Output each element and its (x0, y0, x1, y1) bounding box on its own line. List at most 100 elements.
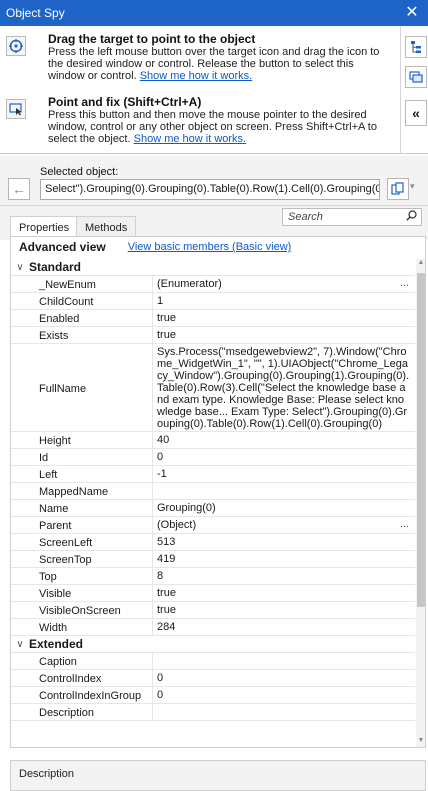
table-row[interactable]: Left -1 (11, 466, 415, 483)
table-row[interactable]: Description (11, 704, 415, 721)
ellipsis-icon[interactable]: ... (400, 518, 409, 530)
property-value[interactable]: Grouping(0) (153, 500, 415, 516)
table-row[interactable]: Id 0 (11, 449, 415, 466)
category-extended[interactable]: ∨ Extended (11, 636, 415, 653)
table-row[interactable]: VisibleOnScreen true (11, 602, 415, 619)
scroll-thumb[interactable] (417, 273, 425, 607)
chevron-down-icon[interactable]: ∨ (11, 262, 29, 273)
property-name: Height (11, 432, 153, 448)
property-name: Top (11, 568, 153, 584)
property-name: Visible (11, 585, 153, 601)
chevron-down-icon[interactable]: ∨ (11, 639, 29, 650)
category-label: Standard (29, 260, 82, 274)
scroll-up-icon[interactable]: ▲ (416, 259, 425, 269)
property-name: MappedName (11, 483, 153, 499)
category-label: Extended (29, 637, 84, 651)
table-row[interactable]: Exists true (11, 327, 415, 344)
property-value[interactable]: -1 (153, 466, 415, 482)
view-mode-row: Advanced view View basic members (Basic … (11, 237, 425, 257)
property-value[interactable] (153, 653, 415, 669)
property-name: Width (11, 619, 153, 635)
properties-panel: Advanced view View basic members (Basic … (10, 236, 426, 748)
basic-view-link[interactable]: View basic members (Basic view) (128, 241, 292, 253)
property-name: Name (11, 500, 153, 516)
table-row[interactable]: Width 284 (11, 619, 415, 636)
side-toolbar: « (400, 26, 428, 154)
scroll-down-icon[interactable]: ▼ (416, 737, 425, 747)
property-name: Parent (11, 517, 153, 533)
close-icon[interactable]: ✕ (402, 3, 422, 23)
property-name: VisibleOnScreen (11, 602, 153, 618)
point-show-me-link[interactable]: Show me how it works. (134, 133, 246, 145)
property-name: FullName (11, 344, 153, 431)
drag-show-me-link[interactable]: Show me how it works. (140, 70, 252, 82)
table-row[interactable]: ControlIndex 0 (11, 670, 415, 687)
property-value[interactable]: Sys.Process("msedgewebview2", 7).Window(… (153, 344, 415, 431)
window-titlebar: Object Spy ✕ (0, 0, 428, 26)
object-tree-icon[interactable] (405, 36, 427, 58)
property-name: ControlIndexInGroup (11, 687, 153, 703)
table-row[interactable]: ScreenLeft 513 (11, 534, 415, 551)
selected-object-label: Selected object: (40, 166, 119, 178)
property-grid: ∨ Standard _NewEnum (Enumerator)... Child… (11, 259, 415, 721)
property-value[interactable]: (Enumerator)... (153, 276, 415, 292)
property-name: Left (11, 466, 153, 482)
table-row[interactable]: Name Grouping(0) (11, 500, 415, 517)
search-placeholder: Search (288, 211, 323, 223)
property-value[interactable]: 284 (153, 619, 415, 635)
property-value[interactable]: 40 (153, 432, 415, 448)
table-row[interactable]: MappedName (11, 483, 415, 500)
back-arrow-icon[interactable]: ← (8, 178, 30, 200)
property-name: ControlIndex (11, 670, 153, 686)
table-row[interactable]: Enabled true (11, 310, 415, 327)
property-value[interactable] (153, 483, 415, 499)
property-name: ChildCount (11, 293, 153, 309)
table-row[interactable]: Caption (11, 653, 415, 670)
object-browser-icon[interactable] (405, 66, 427, 88)
property-name: ScreenTop (11, 551, 153, 567)
property-value[interactable]: 513 (153, 534, 415, 550)
advanced-view-title: Advanced view (19, 240, 106, 254)
crosshair-icon[interactable] (6, 36, 26, 56)
property-name: Exists (11, 327, 153, 343)
property-value[interactable]: (Object)... (153, 517, 415, 533)
point-fix-icon[interactable] (6, 99, 26, 119)
table-row[interactable]: ControlIndexInGroup 0 (11, 687, 415, 704)
selected-object-field[interactable]: Select").Grouping(0).Grouping(0).Table(0… (40, 179, 380, 200)
property-name: Enabled (11, 310, 153, 326)
collapse-panel-button[interactable]: « (405, 100, 427, 126)
table-row[interactable]: Parent (Object)... (11, 517, 415, 534)
property-value[interactable]: 419 (153, 551, 415, 567)
drag-tool-title: Drag the target to point to the object (48, 32, 256, 46)
property-value[interactable]: 0 (153, 670, 415, 686)
property-value[interactable] (153, 704, 415, 720)
property-value[interactable]: 0 (153, 449, 415, 465)
property-value[interactable]: true (153, 327, 415, 343)
category-standard[interactable]: ∨ Standard (11, 259, 415, 276)
table-row[interactable]: Top 8 (11, 568, 415, 585)
property-value[interactable]: true (153, 310, 415, 326)
vertical-scrollbar[interactable]: ▲ ▼ (416, 259, 425, 747)
selected-object-bar: Selected object: ← Select").Grouping(0).… (0, 156, 428, 206)
search-input[interactable]: Search (282, 208, 422, 226)
ellipsis-icon[interactable]: ... (400, 277, 409, 289)
table-row[interactable]: FullName Sys.Process("msedgewebview2", 7)… (11, 344, 415, 432)
property-value[interactable]: true (153, 585, 415, 601)
property-value[interactable]: true (153, 602, 415, 618)
table-row[interactable]: ChildCount 1 (11, 293, 415, 310)
property-value[interactable]: 8 (153, 568, 415, 584)
table-row[interactable]: Visible true (11, 585, 415, 602)
property-name: Description (11, 704, 153, 720)
property-value[interactable]: 0 (153, 687, 415, 703)
chevron-down-icon[interactable]: ▾ (410, 181, 415, 192)
drag-target-tool: Drag the target to point to the object P… (4, 33, 396, 89)
search-icon[interactable] (406, 210, 417, 224)
property-name: Id (11, 449, 153, 465)
table-row[interactable]: _NewEnum (Enumerator)... (11, 276, 415, 293)
table-row[interactable]: ScreenTop 419 (11, 551, 415, 568)
copy-icon[interactable] (387, 178, 409, 200)
property-name: _NewEnum (11, 276, 153, 292)
property-value[interactable]: 1 (153, 293, 415, 309)
table-row[interactable]: Height 40 (11, 432, 415, 449)
window-title: Object Spy (6, 6, 65, 20)
